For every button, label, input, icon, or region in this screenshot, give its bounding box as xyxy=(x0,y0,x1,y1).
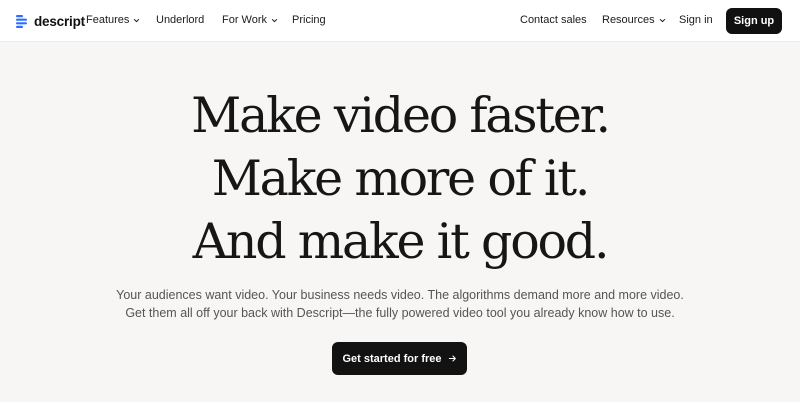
nav-resources-label: Resources xyxy=(602,14,655,26)
top-navigation: descript Features Underlord For Work Pri… xyxy=(0,0,800,42)
sign-up-button[interactable]: Sign up xyxy=(726,8,782,34)
chevron-down-icon xyxy=(271,18,278,22)
nav-contact-sales[interactable]: Contact sales xyxy=(520,13,587,27)
chevron-down-icon xyxy=(134,18,140,22)
hero-headline: Make video faster. Make more of it. And … xyxy=(0,84,800,273)
hero-subtext: Your audiences want video. Your business… xyxy=(116,288,684,320)
chevron-down-icon xyxy=(659,18,665,22)
sign-in-link[interactable]: Sign in xyxy=(679,13,713,27)
descript-logo-icon xyxy=(16,14,27,28)
arrow-right-icon xyxy=(448,355,456,362)
hero-headline-line-1: Make video faster. xyxy=(191,87,611,144)
sign-in-label: Sign in xyxy=(679,14,713,26)
get-started-button[interactable]: Get started for free xyxy=(332,342,467,375)
nav-features[interactable]: Features xyxy=(86,13,140,27)
hero-headline-line-3: And make it good. xyxy=(192,213,610,270)
nav-for-work[interactable]: For Work xyxy=(222,13,278,27)
nav-contact-sales-label: Contact sales xyxy=(520,14,587,26)
hero-headline-line-2: Make more of it. xyxy=(211,150,591,207)
nav-underlord[interactable]: Underlord xyxy=(156,13,204,27)
descript-logo[interactable]: descript xyxy=(16,12,85,30)
nav-for-work-label: For Work xyxy=(222,14,268,26)
get-started-label: Get started for free xyxy=(342,352,442,365)
nav-features-label: Features xyxy=(86,14,130,26)
nav-underlord-label: Underlord xyxy=(156,14,205,26)
nav-resources[interactable]: Resources xyxy=(602,13,666,27)
nav-pricing[interactable]: Pricing xyxy=(292,13,326,27)
logo-text: descript xyxy=(34,13,85,29)
nav-pricing-label: Pricing xyxy=(292,14,326,26)
